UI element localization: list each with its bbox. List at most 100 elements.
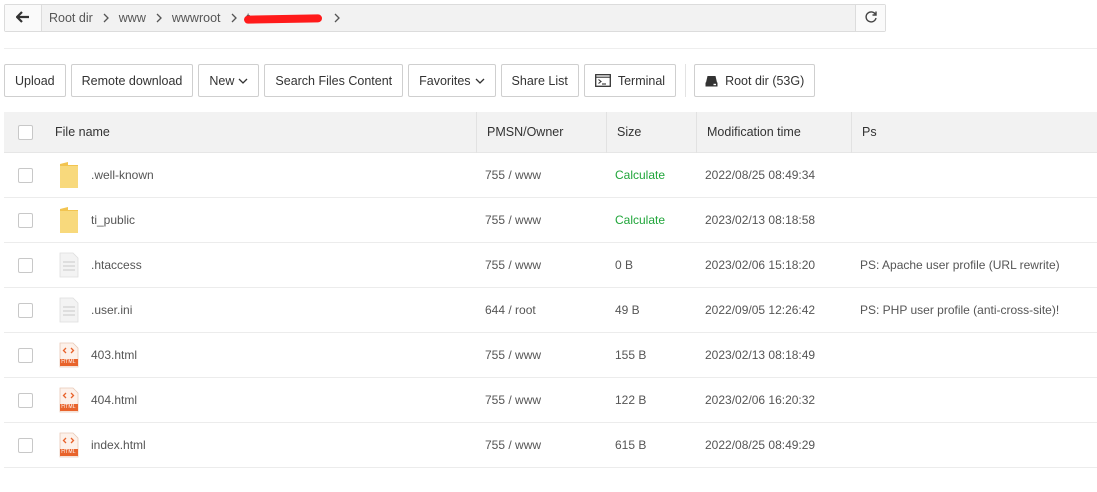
path-bar: Root dir www wwwroot t — [4, 4, 886, 32]
file-name[interactable]: ti_public — [91, 213, 477, 227]
share-list-button[interactable]: Share List — [500, 64, 579, 97]
calculate-size-link[interactable]: Calculate — [607, 213, 697, 227]
modification-time: 2023/02/13 08:18:49 — [705, 348, 816, 362]
root-dir-disk-button[interactable]: Root dir (53G) — [694, 64, 816, 97]
file-permission-owner[interactable]: 755 / www — [477, 393, 607, 407]
toolbar-divider — [685, 64, 687, 97]
html-file-icon: HTML — [46, 387, 91, 413]
modification-time: 2023/02/13 08:18:58 — [705, 213, 816, 227]
divider — [4, 48, 1097, 49]
file-name[interactable]: index.html — [91, 438, 477, 452]
table-header: File name PMSN/Owner Size Modification t… — [4, 111, 1097, 153]
arrow-left-icon — [15, 10, 30, 26]
row-checkbox-cell — [4, 167, 46, 183]
column-header-modified[interactable]: Modification time — [697, 111, 852, 153]
row-checkbox-cell — [4, 302, 46, 318]
select-all-checkbox[interactable] — [17, 124, 33, 140]
html-badge-label: HTML — [61, 358, 76, 365]
html-file-icon: HTML — [46, 342, 91, 368]
table-row[interactable]: HTML index.html 755 / www 615 B 2022/08/25 0… — [4, 423, 1097, 468]
html-badge-label: HTML — [61, 403, 76, 410]
chevron-right-icon — [103, 13, 109, 23]
file-name[interactable]: .htaccess — [91, 258, 477, 272]
remote-download-button[interactable]: Remote download — [70, 64, 194, 97]
refresh-icon — [864, 10, 878, 27]
html-badge-label: HTML — [61, 448, 76, 455]
back-button[interactable] — [5, 5, 42, 31]
row-checkbox[interactable] — [17, 302, 33, 318]
file-size: 0 B — [615, 258, 634, 272]
row-checkbox-cell — [4, 392, 46, 408]
file-size: 122 B — [615, 393, 647, 407]
select-all-cell — [4, 124, 46, 140]
column-header-size[interactable]: Size — [607, 111, 697, 153]
row-checkbox[interactable] — [17, 212, 33, 228]
modification-time: 2022/08/25 08:49:34 — [705, 168, 816, 182]
terminal-button[interactable]: Terminal — [583, 64, 677, 97]
search-files-content-button[interactable]: Search Files Content — [264, 64, 404, 97]
file-icon — [46, 252, 91, 278]
breadcrumb-item[interactable]: wwwroot — [172, 11, 221, 25]
file-size: 49 B — [615, 303, 640, 317]
table-row[interactable]: ti_public 755 / www Calculate 2023/02/13 08… — [4, 198, 1097, 243]
row-checkbox[interactable] — [17, 347, 33, 363]
file-name[interactable]: 403.html — [91, 348, 477, 362]
folder-icon — [46, 161, 91, 189]
terminal-label: Terminal — [617, 73, 666, 88]
table-row[interactable]: HTML 403.html 755 / www 155 B 2023/02/13 08:… — [4, 333, 1097, 378]
toolbar: Upload Remote download New Search Files … — [4, 64, 820, 97]
row-checkbox-cell — [4, 257, 46, 273]
file-remark[interactable]: PS: PHP user profile (anti-cross-site)! — [852, 303, 1097, 317]
hard-disk-icon — [705, 75, 718, 87]
modification-time: 2022/08/25 08:49:29 — [705, 438, 816, 452]
redaction-mark — [243, 14, 323, 24]
file-icon — [46, 297, 91, 323]
file-permission-owner[interactable]: 755 / www — [477, 348, 607, 362]
file-table: File name PMSN/Owner Size Modification t… — [4, 111, 1097, 468]
refresh-button[interactable] — [855, 5, 885, 31]
breadcrumb-item[interactable]: www — [119, 11, 146, 25]
column-header-name[interactable]: File name — [46, 111, 477, 153]
file-permission-owner[interactable]: 755 / www — [477, 438, 607, 452]
file-permission-owner[interactable]: 755 / www — [477, 258, 607, 272]
calculate-size-link[interactable]: Calculate — [607, 168, 697, 182]
breadcrumb-item-current[interactable]: t — [243, 11, 324, 25]
file-permission-owner[interactable]: 755 / www — [477, 168, 607, 182]
file-size: 615 B — [615, 438, 647, 452]
upload-button[interactable]: Upload — [4, 64, 66, 97]
table-row[interactable]: .user.ini 644 / root 49 B 2022/09/05 12:26:… — [4, 288, 1097, 333]
row-checkbox[interactable] — [17, 437, 33, 453]
file-name[interactable]: .user.ini — [91, 303, 477, 317]
favorites-dropdown-button[interactable]: Favorites — [408, 64, 496, 97]
breadcrumb-item[interactable]: Root dir — [49, 11, 93, 25]
table-row[interactable]: .htaccess 755 / www 0 B 2023/02/06 15:18:20… — [4, 243, 1097, 288]
chevron-right-icon — [156, 13, 162, 23]
row-checkbox-cell — [4, 437, 46, 453]
html-file-icon: HTML — [46, 432, 91, 458]
modification-time: 2022/09/05 12:26:42 — [705, 303, 816, 317]
chevron-right-icon — [334, 13, 340, 23]
chevron-right-icon — [231, 13, 237, 23]
column-header-perm[interactable]: PMSN/Owner — [477, 111, 607, 153]
file-permission-owner[interactable]: 755 / www — [477, 213, 607, 227]
modification-time: 2023/02/06 15:18:20 — [705, 258, 816, 272]
new-dropdown-button[interactable]: New — [198, 64, 260, 97]
new-label: New — [209, 73, 235, 88]
row-checkbox-cell — [4, 212, 46, 228]
chevron-down-icon — [475, 78, 485, 84]
row-checkbox[interactable] — [17, 392, 33, 408]
row-checkbox[interactable] — [17, 167, 33, 183]
column-header-ps: Ps — [862, 125, 877, 139]
file-size: 155 B — [615, 348, 647, 362]
favorites-label: Favorites — [419, 73, 471, 88]
file-permission-owner[interactable]: 644 / root — [477, 303, 607, 317]
file-remark[interactable]: PS: Apache user profile (URL rewrite) — [852, 258, 1097, 272]
table-row[interactable]: .well-known 755 / www Calculate 2022/08/25 … — [4, 153, 1097, 198]
row-checkbox[interactable] — [17, 257, 33, 273]
root-dir-label: Root dir (53G) — [725, 73, 805, 88]
table-row[interactable]: HTML 404.html 755 / www 122 B 2023/02/06 16:… — [4, 378, 1097, 423]
file-name[interactable]: 404.html — [91, 393, 477, 407]
table-body: .well-known 755 / www Calculate 2022/08/25 … — [4, 153, 1097, 468]
file-name[interactable]: .well-known — [91, 168, 477, 182]
breadcrumb: Root dir www wwwroot t — [42, 5, 855, 31]
